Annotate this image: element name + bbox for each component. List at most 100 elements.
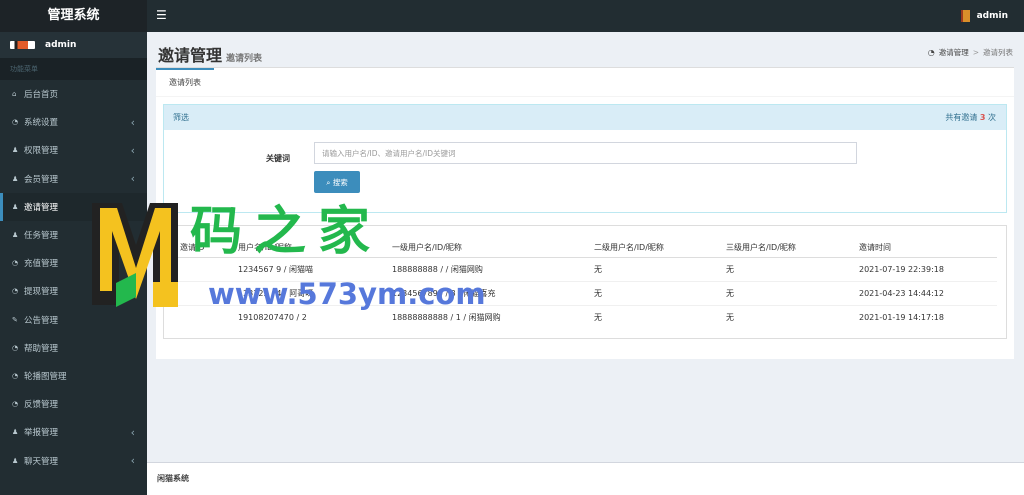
table-cell: 18888888888 / 1 / 闲猫网购 [388,304,590,329]
table-cell: 无 [722,280,855,305]
table-cell: 2021-07-19 22:39:18 [855,256,997,281]
invitation-table: 邀请ID 用户名/ID/昵称 一级用户名/ID/昵称 二级用户名/ID/昵称 三级用户名… [176,238,997,329]
table-header-cell: 用户名/ID/昵称 [234,238,388,258]
table-header-row: 邀请ID 用户名/ID/昵称 一级用户名/ID/昵称 二级用户名/ID/昵称 三级用户名… [176,238,997,258]
table-row: 19108207470 / 2 18888888888 / 1 / 闲猫网购无无 2… [176,304,997,329]
sidebar-item-label: 权限管理 [24,146,59,157]
chevron-left-icon: ‹ [130,172,135,186]
footer: 闲猫系统 [147,462,1024,495]
top-username: admin [976,11,1008,21]
sidebar-item-14[interactable]: ♟ 聊天管理 ‹ [0,446,147,474]
table-header-cell: 邀请时间 [855,238,997,258]
sidebar-item-label: 反馈管理 [24,400,59,411]
sidebar-item-label: 会员管理 [24,174,59,185]
sidebar-item-5[interactable]: ♟ 邀请管理 [0,192,147,221]
breadcrumb: ◔ 邀请管理 > 邀请列表 [928,47,1013,58]
table-cell: 123123 / 4 / 阿哥呀 [234,280,388,305]
sidebar-item-10[interactable]: ◔ 帮助管理 [0,334,147,362]
sidebar-item-label: 聊天管理 [24,456,59,467]
hamburger-icon[interactable]: ☰ [156,8,167,22]
page-title: 邀请管理 邀请列表 [158,42,262,66]
tab-invitation-list[interactable]: 邀请列表 [156,68,214,97]
sidebar-item-label: 任务管理 [24,231,59,242]
search-button-label: 搜索 [332,177,348,187]
users-icon: ♟ [12,428,19,437]
filter-header: 筛选 共有邀请 3 次 [164,105,1006,130]
sidebar-item-2[interactable]: ◔ 系统设置 ‹ [0,108,147,136]
table-cell: 19108207470 / 2 [234,304,388,329]
sidebar-item-label: 后台首页 [24,90,59,101]
users-icon: ♟ [12,146,19,155]
table-header-cell: 二级用户名/ID/昵称 [590,238,722,258]
sidebar-item-7[interactable]: ◔ 充值管理 [0,249,147,277]
sidebar-item-4[interactable]: ♟ 会员管理 ‹ [0,165,147,193]
table-cell: 1234567890 / 3 / 闲猫喜充 [388,280,590,305]
search-button[interactable]: ⌕ 搜索 [314,171,360,193]
invitation-summary: 共有邀请 3 次 [945,105,996,130]
table-cell [176,304,234,329]
dashboard-icon: ◔ [12,371,19,380]
chevron-left-icon: ‹ [130,454,135,468]
sidebar-item-13[interactable]: ♟ 举报管理 ‹ [0,418,147,446]
chevron-left-icon: ‹ [130,115,135,129]
dashboard-icon: ◔ [12,400,19,409]
keyword-label: 关键词 [266,154,290,163]
home-icon: ⌂ [12,90,17,99]
app-title[interactable]: 管理系统 [0,0,147,32]
invitation-panel: 邀请列表 筛选 共有邀请 3 次 关键词 ⌕ 搜索 邀请ID用户名/ID/昵称一… [156,67,1014,359]
filter-box: 筛选 共有邀请 3 次 关键词 ⌕ 搜索 [163,104,1007,213]
users-icon: ♟ [12,202,19,211]
sidebar-item-11[interactable]: ◔ 轮播图管理 [0,362,147,390]
search-icon: ⌕ [326,177,331,187]
page-subtitle: 邀请列表 [226,54,263,64]
page-title-text: 邀请管理 [158,46,223,65]
sidebar-item-label: 公告管理 [24,315,59,326]
dashboard-icon: ◔ [12,343,19,352]
users-icon: ♟ [12,174,19,183]
sidebar-item-label: 轮播图管理 [24,371,67,382]
sidebar-navigation: ⌂ 后台首页 ◔ 系统设置 ‹ ♟ 权限管理 ‹ ♟ 会员管理 ‹ ♟ 邀请管理 ♟ 任务管理 ◔ 充值管理 ◔ 提… [0,80,147,475]
table-cell: 无 [590,304,722,329]
sidebar-item-label: 帮助管理 [24,343,59,354]
table-row: 123123 / 4 / 阿哥呀 1234567890 / 3 / 闲猫喜充无无 2… [176,280,997,305]
breadcrumb-current: 邀请列表 [983,48,1013,57]
table-header-cell: 邀请ID [176,238,234,258]
table-cell: 2021-01-19 14:17:18 [855,304,997,329]
main-content: 邀请管理 邀请列表 ◔ 邀请管理 > 邀请列表 邀请列表 筛选 共有邀请 3 次 … [147,32,1024,462]
table-header-cell: 三级用户名/ID/昵称 [722,238,855,258]
table-header-cell: 一级用户名/ID/昵称 [388,238,590,258]
tab-strip: 邀请列表 [156,68,1014,97]
users-icon: ♟ [12,231,19,240]
sidebar-item-label: 邀请管理 [24,202,59,213]
breadcrumb-separator: > [972,48,979,57]
table-cell: 无 [722,256,855,281]
avatar [960,10,970,22]
sidebar-item-1[interactable]: ⌂ 后台首页 [0,80,147,108]
users-icon: ♟ [12,456,19,465]
sidebar-item-8[interactable]: ◔ 提现管理 [0,277,147,305]
sidebar-item-label: 系统设置 [24,118,59,129]
edit-icon: ✎ [12,315,18,324]
summary-suffix: 次 [988,113,996,122]
sidebar-username: admin [45,40,77,50]
table-row: 1234567 9 / 闲猫喵 188888888 / / 闲猫网购无无 2021-… [176,256,997,281]
avatar [10,41,35,49]
chevron-left-icon: ‹ [130,143,135,157]
table-body: 1234567 9 / 闲猫喵 188888888 / / 闲猫网购无无 2021-… [176,256,997,329]
table-cell [176,280,234,305]
sidebar-item-9[interactable]: ✎ 公告管理 [0,306,147,334]
search-input[interactable] [314,142,857,164]
sidebar-item-6[interactable]: ♟ 任务管理 [0,221,147,249]
breadcrumb-parent[interactable]: 邀请管理 [939,47,969,58]
user-menu[interactable]: admin [960,0,1008,32]
sidebar-item-12[interactable]: ◔ 反馈管理 [0,390,147,418]
summary-prefix: 共有邀请 [945,113,978,122]
chevron-left-icon: ‹ [130,425,135,439]
table-cell: 无 [722,304,855,329]
invitation-count: 3 [979,113,986,122]
table-cell: 2021-04-23 14:44:12 [855,280,997,305]
table-cell [176,256,234,281]
filter-title: 筛选 [173,113,189,122]
dashboard-icon: ◔ [12,118,19,127]
sidebar-item-3[interactable]: ♟ 权限管理 ‹ [0,136,147,164]
